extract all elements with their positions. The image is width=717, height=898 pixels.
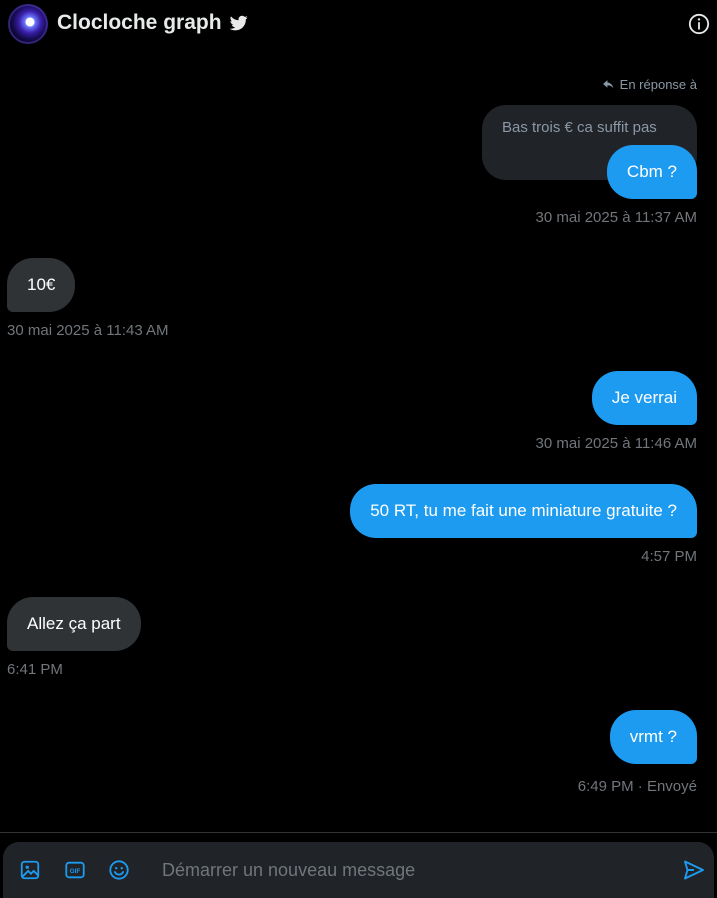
message-bubble[interactable]: Je verrai [591,371,697,425]
info-icon[interactable] [688,13,710,35]
message-bubble[interactable]: Cbm ? [606,145,697,199]
message-composer: GIF [3,842,714,898]
conversation-header: Clocloche graph [0,0,717,48]
message-bubble[interactable]: 10€ [7,258,76,312]
emoji-icon[interactable] [108,859,130,881]
gif-icon[interactable]: GIF [64,859,86,881]
message-bubble[interactable]: vrmt ? [609,710,697,764]
composer-divider [0,832,717,833]
message-timestamp: 6:49 PM · Envoyé [577,778,697,795]
message-bubble[interactable]: 50 RT, tu me fait une miniature gratuite… [350,484,697,538]
conversation-title[interactable]: Clocloche graph [57,11,222,35]
message-timestamp: 30 mai 2025 à 11:46 AM [535,435,698,452]
svg-text:GIF: GIF [70,868,81,875]
message-timestamp: 30 mai 2025 à 11:43 AM [7,322,169,339]
message-input[interactable] [162,858,662,882]
send-icon[interactable] [682,858,706,882]
message-timestamp: 30 mai 2025 à 11:37 AM [535,209,698,226]
avatar[interactable] [8,4,48,44]
image-icon[interactable] [19,859,41,881]
message-timestamp: 4:57 PM [641,548,697,565]
message-timestamp: 6:41 PM [7,661,63,678]
reply-context-label: En réponse à [619,77,697,92]
reply-arrow-icon [602,80,614,89]
message-bubble[interactable]: Allez ça part [7,597,141,651]
bird-icon [229,15,248,31]
reply-context: En réponse à [602,77,697,92]
